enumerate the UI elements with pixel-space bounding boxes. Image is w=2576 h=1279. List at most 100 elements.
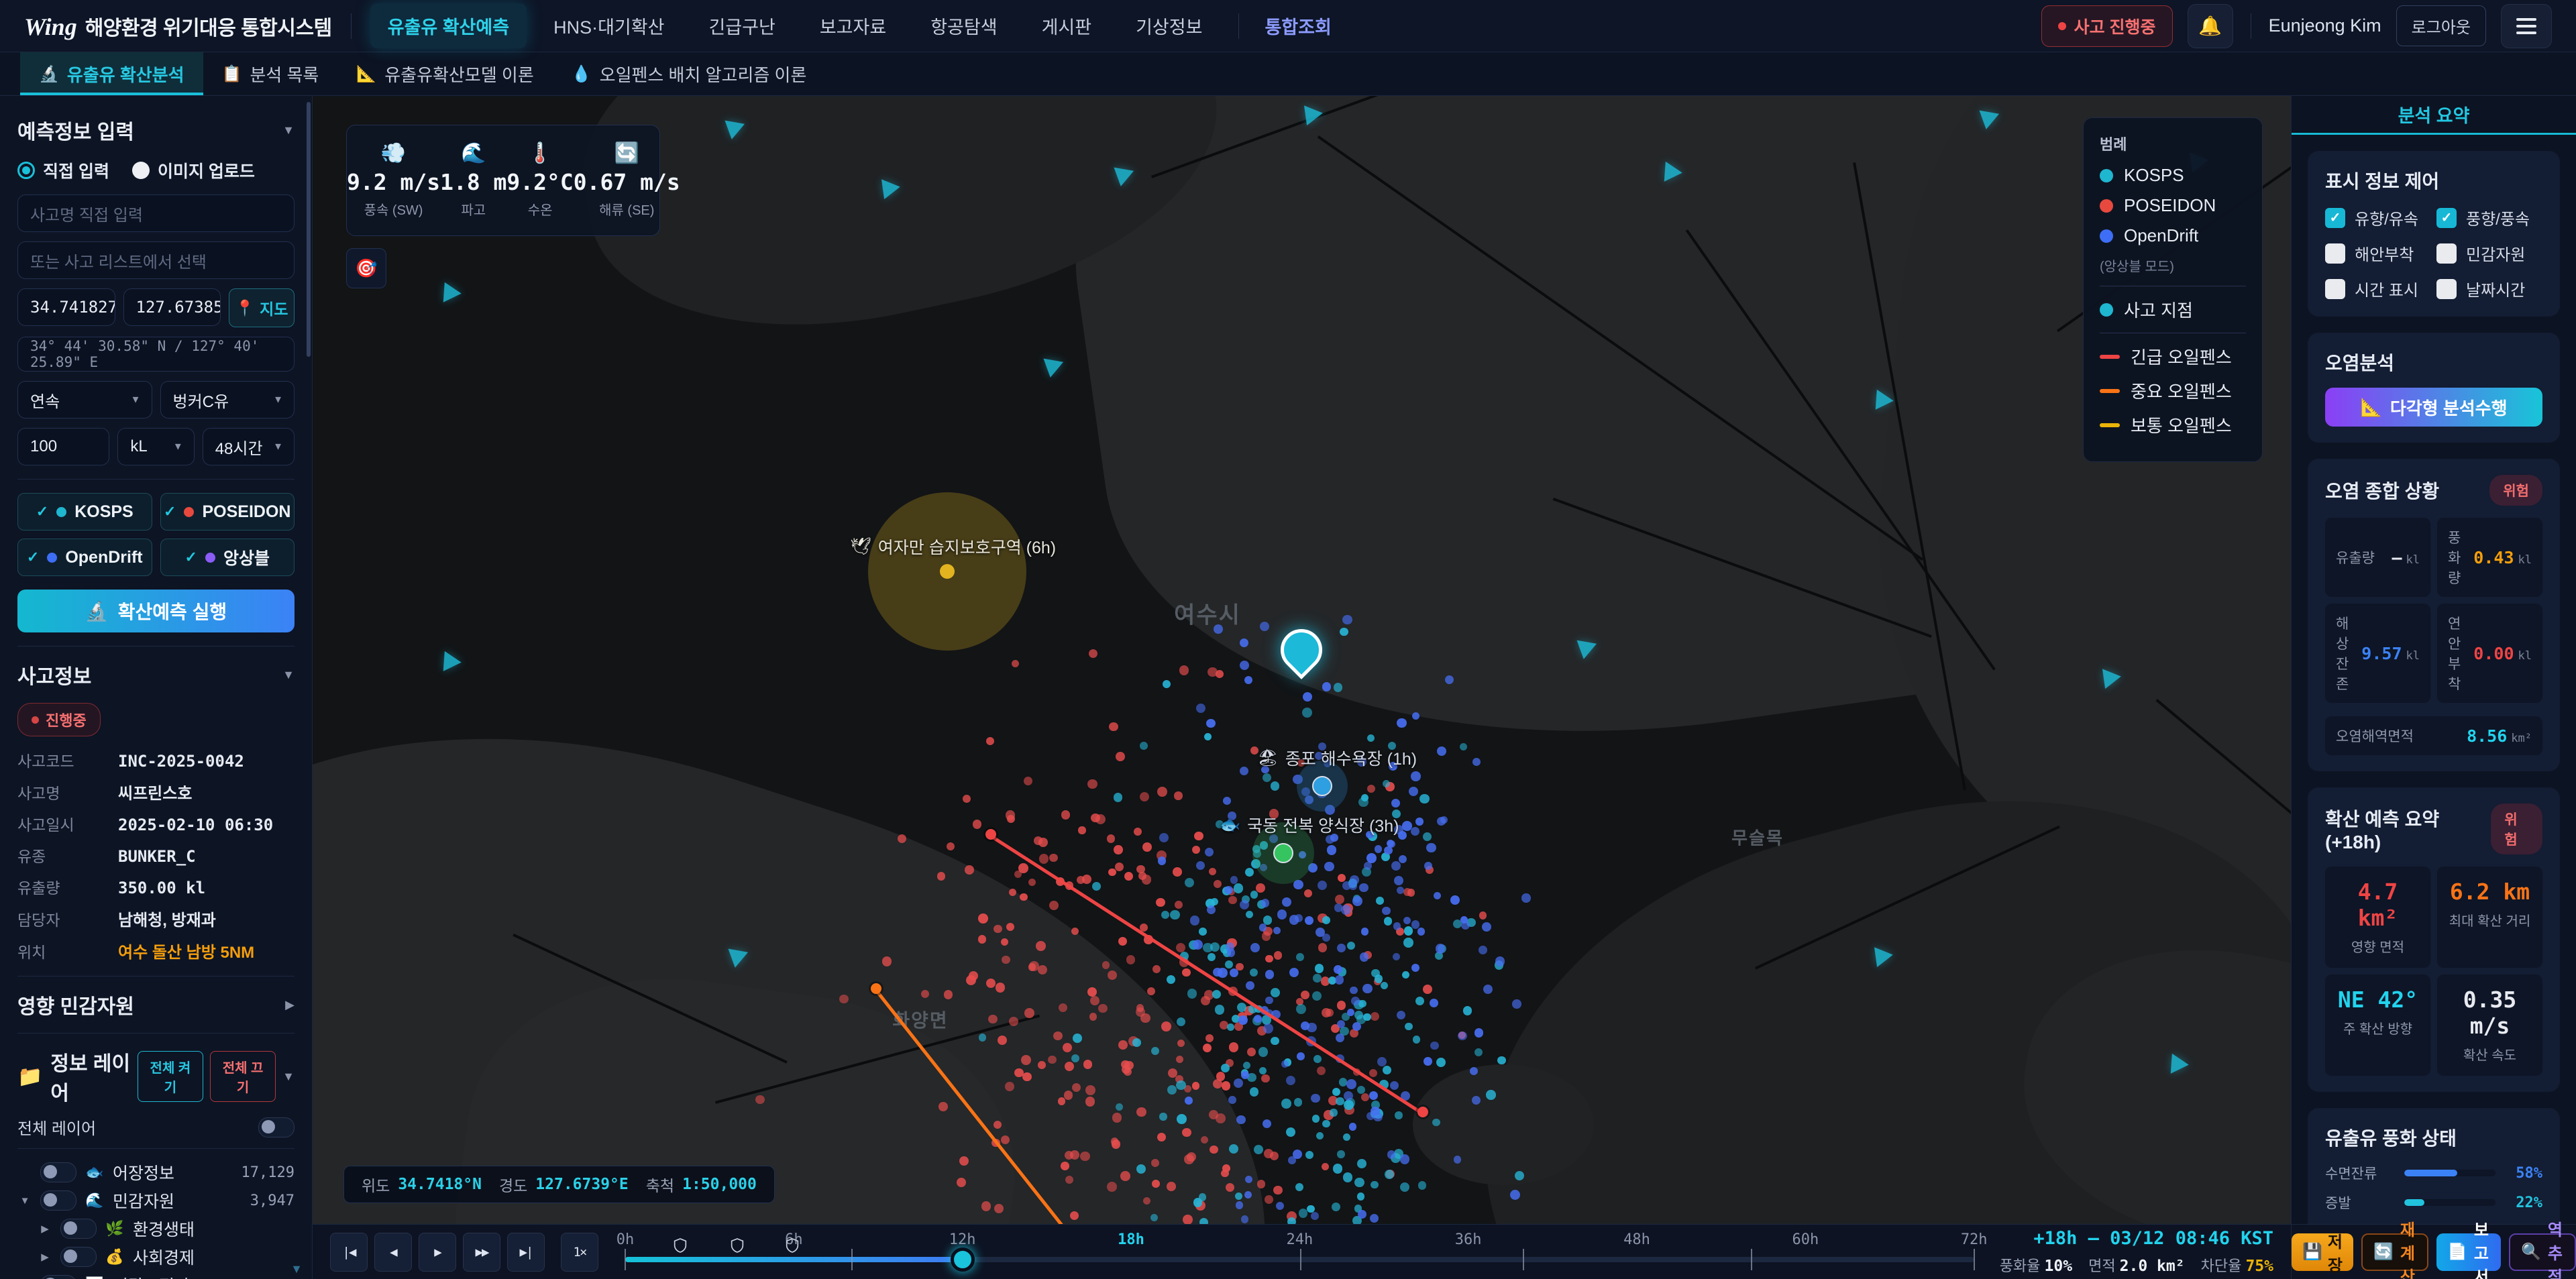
display-option-민감자원[interactable]: 민감자원 [2436, 241, 2542, 265]
action-button-재계산[interactable]: 🔄재계산 [2361, 1233, 2428, 1271]
skip-end-button[interactable]: ▶| [507, 1233, 545, 1272]
oil-particle [1170, 910, 1179, 920]
checkbox-icon [2325, 279, 2345, 299]
oil-particle [1301, 991, 1309, 999]
collapse-icon[interactable]: ▼ [282, 1070, 294, 1084]
oil-particle [1276, 1202, 1284, 1210]
oil-particle [1460, 743, 1467, 750]
forecast-value: 4.7 km² [2332, 879, 2424, 931]
master-layer-toggle[interactable] [258, 1117, 294, 1137]
fence-deploy-shield-icon[interactable] [674, 1238, 687, 1256]
nav-item-4[interactable]: 항공탐색 [913, 3, 1014, 48]
forecast-value: NE 42° [2332, 987, 2424, 1013]
action-button-저장[interactable]: 💾저장 [2292, 1233, 2353, 1271]
scroll-down-icon[interactable]: ▼ [290, 1262, 303, 1276]
nav-item-5[interactable]: 게시판 [1024, 3, 1110, 48]
tab-3[interactable]: 💧오일펜스 배치 알고리즘 이론 [553, 52, 826, 95]
legend-label: 중요 오일펜스 [2131, 378, 2232, 403]
speed-button[interactable]: 1× [561, 1233, 598, 1272]
bell-icon: 🔔 [2198, 15, 2222, 37]
app-title: 해양환경 위기대응 통합시스템 [85, 11, 332, 41]
fence-endpoint[interactable] [985, 829, 996, 840]
expand-icon[interactable]: ▶ [38, 1223, 52, 1235]
display-option-해안부착[interactable]: 해안부착 [2325, 241, 2431, 265]
poi-marker-0[interactable] [1312, 776, 1332, 796]
poi-icon: 🐟 [1220, 816, 1240, 835]
layer-toggle[interactable] [40, 1162, 76, 1182]
fence-endpoint[interactable] [871, 983, 881, 994]
legend-fence-중요 오일펜스: 중요 오일펜스 [2100, 378, 2246, 403]
collapse-icon[interactable]: ▼ [17, 1195, 32, 1207]
display-option-시간 표시[interactable]: 시간 표시 [2325, 277, 2431, 300]
fence-deploy-shield-icon[interactable] [731, 1238, 744, 1256]
run-prediction-button[interactable]: 🔬 확산예측 실행 [17, 590, 294, 632]
tab-0[interactable]: 🔬유출유 확산분석 [20, 52, 203, 95]
fence-deploy-shield-icon[interactable] [786, 1238, 799, 1256]
model-chip-KOSPS[interactable]: ✓KOSPS [17, 493, 152, 531]
oil-type-select[interactable]: 벙커C유 [160, 381, 295, 419]
incident-list-select[interactable]: 또는 사고 리스트에서 선택 [17, 241, 294, 279]
layer-toggle[interactable] [60, 1247, 97, 1267]
fast-forward-button[interactable]: ▶▶ [463, 1233, 500, 1272]
timeline-segment-marker [1974, 1249, 1975, 1270]
model-chip-앙상블[interactable]: ✓앙상블 [160, 539, 295, 576]
step-back-button[interactable]: ◀ [374, 1233, 412, 1272]
layer-toggle[interactable] [40, 1190, 76, 1211]
layers-all-off-button[interactable]: 전체 끄기 [210, 1051, 276, 1102]
oil-particle [1393, 953, 1400, 960]
menu-button[interactable] [2501, 4, 2552, 48]
duration-select[interactable]: 48시간 [203, 428, 294, 465]
map-canvas[interactable]: 여수시화양면무슬목 🕊여자만 습지보호구역 (6h)🏖종포 해수욕장 (1h)🐟… [313, 95, 2291, 1224]
incident-name-input[interactable]: 사고명 직접 입력 [17, 194, 294, 232]
nav-item-0[interactable]: 유출유 확산예측 [370, 3, 527, 48]
longitude-input[interactable]: 127.673856994 [123, 288, 221, 326]
polygon-analysis-button[interactable]: 📐 다각형 분석수행 [2325, 388, 2542, 427]
timeline[interactable]: 0h6h12h18h24h36h48h60h72h [625, 1225, 1974, 1279]
logout-button[interactable]: 로그아웃 [2396, 5, 2486, 46]
poi-marker-1[interactable] [1273, 843, 1293, 863]
display-option-유향/유속[interactable]: ✓유향/유속 [2325, 206, 2431, 229]
nav-item-2[interactable]: 긴급구난 [691, 3, 792, 48]
unit-select[interactable]: kL [117, 428, 194, 465]
notifications-button[interactable]: 🔔 [2188, 4, 2233, 48]
oil-particle [1187, 989, 1197, 998]
action-button-역추적[interactable]: 🔍역추적 [2509, 1233, 2576, 1271]
oil-particle [1250, 968, 1258, 977]
fence-endpoint[interactable] [1417, 1107, 1428, 1117]
recenter-target-button[interactable]: 🎯 [346, 248, 386, 288]
collapse-icon[interactable]: ▼ [282, 668, 294, 682]
expand-icon[interactable]: ▶ [285, 998, 294, 1012]
sidebar-scrollbar[interactable] [307, 102, 311, 357]
skip-start-button[interactable]: |◀ [330, 1233, 368, 1272]
action-button-보고서[interactable]: 📄보고서 [2436, 1233, 2501, 1271]
layers-all-on-button[interactable]: 전체 켜기 [138, 1051, 203, 1102]
amount-input[interactable]: 100 [17, 428, 109, 465]
spill-type-select[interactable]: 연속 [17, 381, 152, 419]
layer-toggle[interactable] [60, 1219, 97, 1239]
oil-particle [1361, 1093, 1369, 1101]
model-chip-OpenDrift[interactable]: ✓OpenDrift [17, 539, 152, 576]
nav-item-1[interactable]: HNS·대기확산 [536, 3, 682, 48]
radio-direct-input[interactable]: 직접 입력 [17, 158, 109, 182]
nav-item-6[interactable]: 기상정보 [1118, 3, 1220, 48]
model-chip-POSEIDON[interactable]: ✓POSEIDON [160, 493, 295, 531]
collapse-icon[interactable]: ▼ [282, 123, 294, 137]
tab-1[interactable]: 📋분석 목록 [203, 52, 338, 95]
layer-toggle[interactable] [40, 1275, 76, 1279]
timeline-thumb[interactable] [951, 1247, 975, 1272]
radio-image-upload[interactable]: 이미지 업로드 [132, 158, 255, 182]
legend-dot-icon [2100, 199, 2113, 213]
display-option-날짜시간[interactable]: 날짜시간 [2436, 277, 2542, 300]
action-label: 역추적 [2546, 1217, 2564, 1279]
latitude-input[interactable]: 34.7418271295 [17, 288, 115, 326]
display-option-풍향/풍속[interactable]: ✓풍향/풍속 [2436, 206, 2542, 229]
nav-item-3[interactable]: 보고자료 [802, 3, 904, 48]
oil-particle [1209, 868, 1216, 875]
oil-particle [1274, 951, 1283, 960]
nav-item-portal[interactable]: 통합조회 [1258, 3, 1338, 48]
pick-on-map-button[interactable]: 📍 지도 [229, 288, 294, 327]
oil-particle [1336, 1097, 1344, 1106]
play-button[interactable]: ▶ [419, 1233, 456, 1272]
expand-icon[interactable]: ▶ [38, 1251, 52, 1263]
tab-2[interactable]: 📐유출유확산모델 이론 [337, 52, 552, 95]
